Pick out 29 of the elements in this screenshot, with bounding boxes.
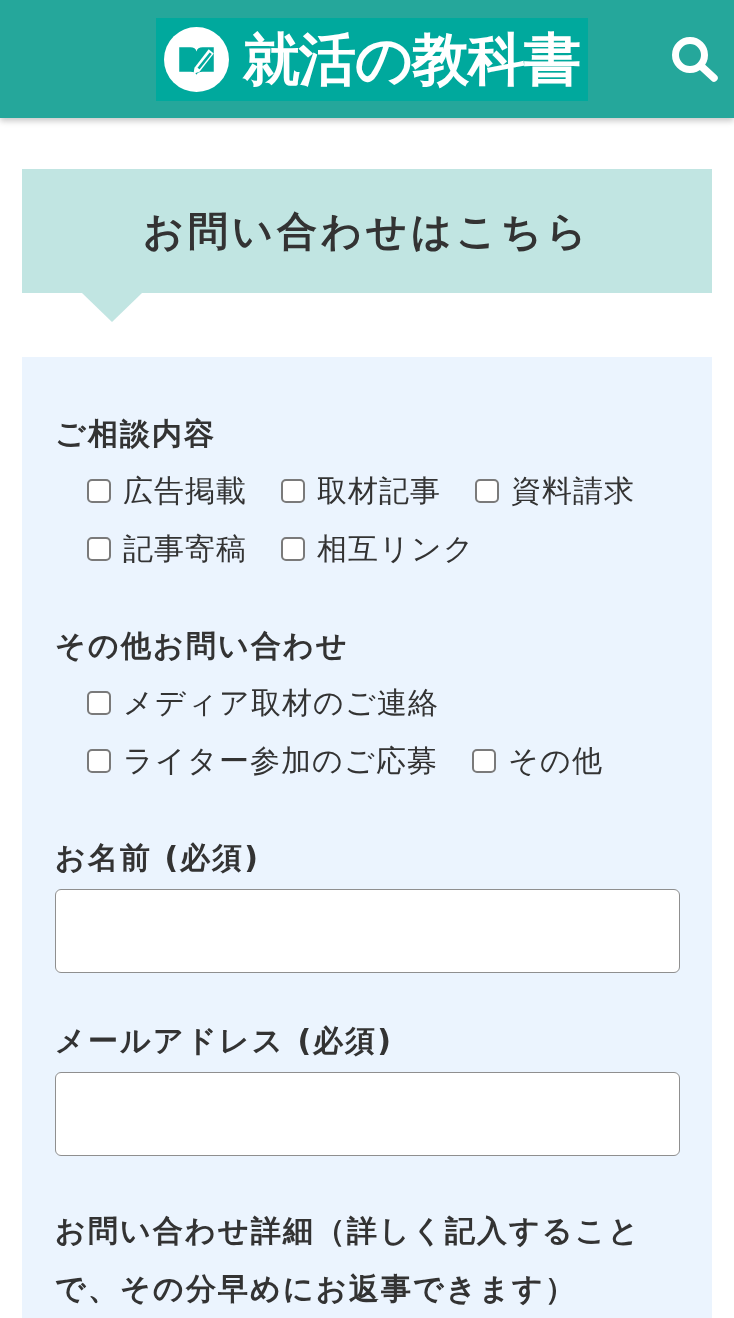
checkbox[interactable]	[281, 537, 305, 561]
checkbox-label: 相互リンク	[317, 534, 475, 564]
checkbox-label: 広告掲載	[123, 476, 247, 506]
checkbox[interactable]	[281, 479, 305, 503]
input-field[interactable]	[55, 1072, 680, 1156]
checkbox-label: メディア取材のご連絡	[123, 688, 439, 718]
checkbox[interactable]	[87, 537, 111, 561]
checkbox-label: ライター参加のご応募	[123, 746, 438, 776]
checkbox[interactable]	[87, 479, 111, 503]
section-heading: その他お問い合わせ	[55, 627, 350, 665]
checkbox-label: 資料請求	[511, 476, 635, 506]
section-heading: ご相談内容	[55, 415, 217, 453]
input-field[interactable]	[55, 889, 680, 973]
book-pencil-icon	[164, 26, 229, 92]
field-label: お名前 (必須)	[55, 839, 261, 877]
section-title-banner: お問い合わせはこちら	[22, 169, 712, 293]
checkbox-label: その他	[508, 746, 603, 776]
checkbox-label: 取材記事	[317, 476, 441, 506]
logo-link[interactable]: 就活の教科書	[156, 17, 588, 101]
banner-pointer-icon	[82, 293, 142, 322]
checkbox[interactable]	[87, 749, 111, 773]
search-button[interactable]	[670, 34, 720, 84]
checkbox[interactable]	[475, 479, 499, 503]
checkbox[interactable]	[87, 691, 111, 715]
search-icon	[671, 36, 719, 82]
checkbox-label: 記事寄稿	[123, 534, 247, 564]
checkbox[interactable]	[472, 749, 496, 773]
field-label: メールアドレス (必須)	[55, 1022, 394, 1060]
field-label: お問い合わせ詳細（詳しく記入することで、その分早めにお返事できます）	[55, 1212, 642, 1308]
